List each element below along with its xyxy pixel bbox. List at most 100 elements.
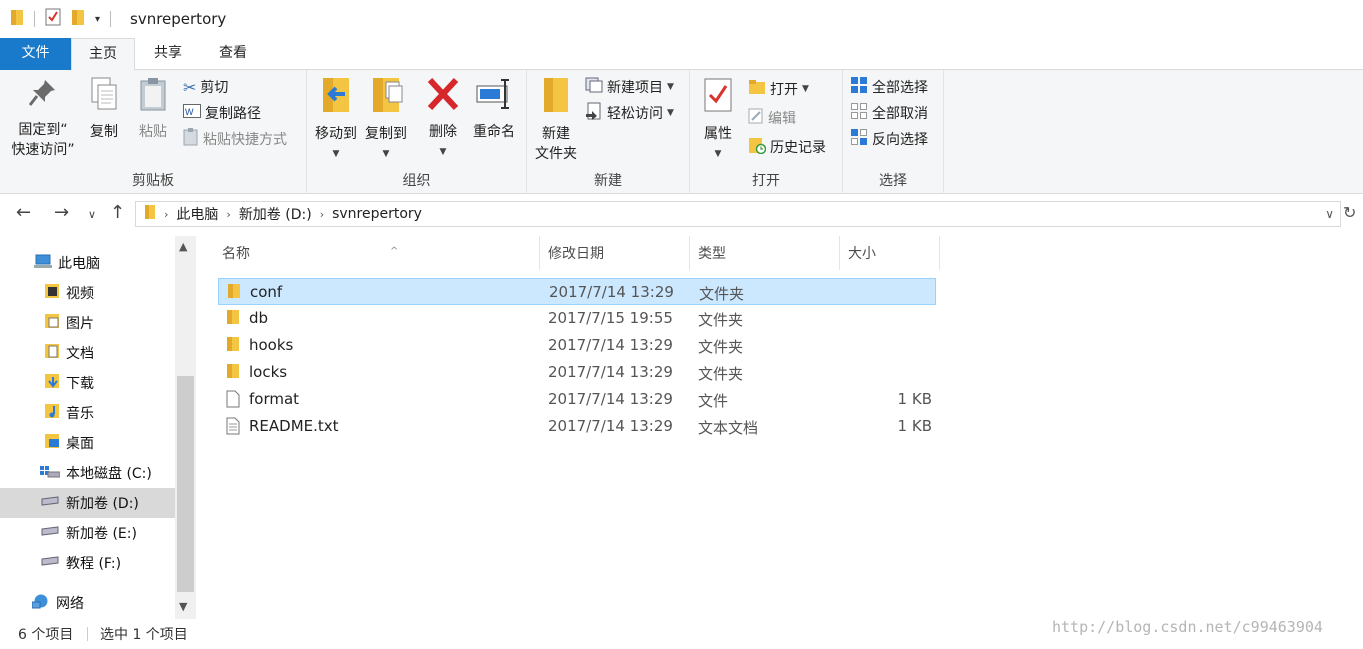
nav-item-this-pc[interactable]: 此电脑 [0, 248, 175, 278]
edit-button[interactable]: 编辑 [748, 107, 796, 129]
watermark: http://blog.csdn.net/c99463904 [1052, 618, 1323, 636]
pin-quick-access-button[interactable]: 固定到“ 快速访问” [8, 76, 78, 160]
copy-to-button[interactable]: 复制到 ▼ [362, 76, 410, 164]
file-list-pane: 名称 ^ 修改日期 类型 大小 conf 2017/7/14 13:29 文件夹… [196, 236, 1363, 619]
clipboard-group: 固定到“ 快速访问” 复制 粘贴 ✂ 剪切 W 复制路径 粘贴快捷方式 剪贴板 [0, 70, 307, 194]
column-header-size[interactable]: 大小 [840, 236, 940, 270]
new-group-label: 新建 [594, 173, 622, 189]
copy-button[interactable]: 复制 [84, 76, 124, 142]
easy-access-button[interactable]: 轻松访问 ▼ [585, 102, 674, 124]
copy-to-icon [362, 76, 410, 120]
column-header-name[interactable]: 名称 ^ [214, 236, 540, 270]
move-to-button[interactable]: 移动到 ▼ [312, 76, 360, 164]
forward-arrow-icon[interactable]: → [54, 202, 69, 223]
tab-home[interactable]: 主页 [71, 38, 135, 71]
breadcrumb-chevron-icon[interactable]: › [226, 208, 230, 221]
copy-path-icon: W [183, 104, 201, 122]
open-button[interactable]: 打开 ▼ [748, 78, 809, 100]
file-size: 1 KB [897, 390, 932, 408]
breadcrumb-chevron-icon[interactable]: › [164, 208, 168, 221]
tab-view[interactable]: 查看 [203, 38, 263, 70]
table-row[interactable]: format 2017/7/14 13:29 文件 1 KB [218, 386, 936, 413]
address-bar[interactable]: › 此电脑 › 新加卷 (D:) › svnrepertory ∨ [135, 201, 1341, 227]
up-arrow-icon[interactable]: ↑ [110, 202, 125, 223]
nav-item-pictures[interactable]: 图片 [0, 308, 175, 338]
customize-toolbar-dropdown[interactable]: ▾ [95, 14, 100, 25]
table-row[interactable]: locks 2017/7/14 13:29 文件夹 [218, 359, 936, 386]
new-folder-icon[interactable] [71, 8, 85, 30]
cut-label: 剪切 [200, 80, 229, 96]
select-all-button[interactable]: 全部选择 [850, 76, 928, 98]
clipboard-icon [133, 76, 173, 118]
nav-item-downloads[interactable]: 下载 [0, 368, 175, 398]
table-row[interactable]: hooks 2017/7/14 13:29 文件夹 [218, 332, 936, 359]
copy-to-dropdown: ▼ [382, 149, 390, 159]
nav-item-drive-d[interactable]: 新加卷 (D:) [0, 488, 175, 518]
history-icon [748, 136, 767, 158]
breadcrumb-drive-d[interactable]: 新加卷 (D:) [239, 204, 312, 224]
recent-locations-chevron-icon[interactable]: ∨ [88, 208, 96, 221]
breadcrumb-this-pc[interactable]: 此电脑 [176, 204, 218, 224]
select-none-label: 全部取消 [872, 106, 928, 122]
system-drive-icon [40, 464, 61, 482]
open-group: 属性 ▼ 打开 ▼ 编辑 历史记录 打开 [690, 70, 843, 194]
properties-icon[interactable] [45, 8, 61, 30]
properties-button[interactable]: 属性 ▼ [698, 76, 738, 164]
pin-label-line2: 快速访问” [11, 142, 75, 158]
rename-button[interactable]: 重命名 [469, 76, 519, 142]
easy-access-dropdown: ▼ [667, 108, 674, 118]
copy-path-button[interactable]: W 复制路径 [183, 102, 261, 124]
scroll-up-icon[interactable]: ▲ [179, 240, 187, 253]
sort-ascending-icon: ^ [390, 246, 399, 257]
scroll-down-icon[interactable]: ▼ [179, 600, 187, 613]
file-name: db [249, 309, 269, 327]
copy-to-label: 复制到 [365, 126, 407, 142]
back-arrow-icon[interactable]: ← [16, 202, 31, 223]
paste-button[interactable]: 粘贴 [133, 76, 173, 142]
nav-item-label: 音乐 [66, 406, 94, 422]
cut-button[interactable]: ✂ 剪切 [183, 76, 228, 98]
table-row[interactable]: README.txt 2017/7/14 13:29 文本文档 1 KB [218, 413, 936, 440]
select-group: 全部选择 全部取消 反向选择 选择 [843, 70, 944, 194]
column-header-date[interactable]: 修改日期 [540, 236, 690, 270]
open-group-label: 打开 [752, 173, 780, 189]
nav-item-drive-f[interactable]: 教程 (F:) [0, 548, 175, 578]
folder-icon [10, 8, 24, 30]
delete-button[interactable]: 删除 ▼ [423, 76, 463, 162]
table-row[interactable]: db 2017/7/15 19:55 文件夹 [218, 305, 936, 332]
nav-item-music[interactable]: 音乐 [0, 398, 175, 428]
paste-shortcut-button[interactable]: 粘贴快捷方式 [183, 128, 287, 150]
scrollbar-thumb[interactable] [177, 376, 194, 592]
table-row[interactable]: conf 2017/7/14 13:29 文件夹 [218, 278, 936, 305]
clipboard-group-label: 剪贴板 [132, 173, 174, 189]
tab-file[interactable]: 文件 [0, 38, 71, 70]
refresh-icon[interactable]: ↻ [1343, 203, 1356, 222]
delete-icon [423, 76, 463, 118]
invert-selection-button[interactable]: 反向选择 [850, 128, 928, 150]
pictures-folder-icon [44, 313, 60, 333]
breadcrumb-svnrepertory[interactable]: svnrepertory [332, 206, 422, 222]
nav-item-network[interactable]: 网络 [0, 588, 175, 618]
select-none-button[interactable]: 全部取消 [850, 102, 928, 124]
nav-item-videos[interactable]: 视频 [0, 278, 175, 308]
nav-item-label: 下载 [66, 376, 94, 392]
new-item-button[interactable]: 新建项目 ▼ [585, 76, 674, 98]
new-folder-button[interactable]: 新建 文件夹 [531, 76, 581, 164]
nav-item-drive-e[interactable]: 新加卷 (E:) [0, 518, 175, 548]
tab-share[interactable]: 共享 [138, 38, 198, 70]
copy-icon [84, 76, 124, 118]
nav-item-documents[interactable]: 文档 [0, 338, 175, 368]
history-button[interactable]: 历史记录 [748, 136, 826, 158]
column-header-type[interactable]: 类型 [690, 236, 840, 270]
title-bar: ▾ svnrepertory [0, 0, 1363, 38]
breadcrumb-chevron-icon[interactable]: › [320, 208, 324, 221]
organize-group: 移动到 ▼ 复制到 ▼ 删除 ▼ 重命名 组织 [307, 70, 527, 194]
quick-access-toolbar: ▾ [10, 8, 112, 30]
nav-item-drive-c[interactable]: 本地磁盘 (C:) [0, 458, 175, 488]
navigation-scrollbar[interactable]: ▲ ▼ [175, 236, 196, 619]
paste-shortcut-label: 粘贴快捷方式 [203, 132, 287, 148]
drive-icon [40, 525, 60, 541]
file-type: 文件夹 [698, 338, 744, 356]
nav-item-desktop[interactable]: 桌面 [0, 428, 175, 458]
address-dropdown-chevron-icon[interactable]: ∨ [1325, 207, 1334, 221]
